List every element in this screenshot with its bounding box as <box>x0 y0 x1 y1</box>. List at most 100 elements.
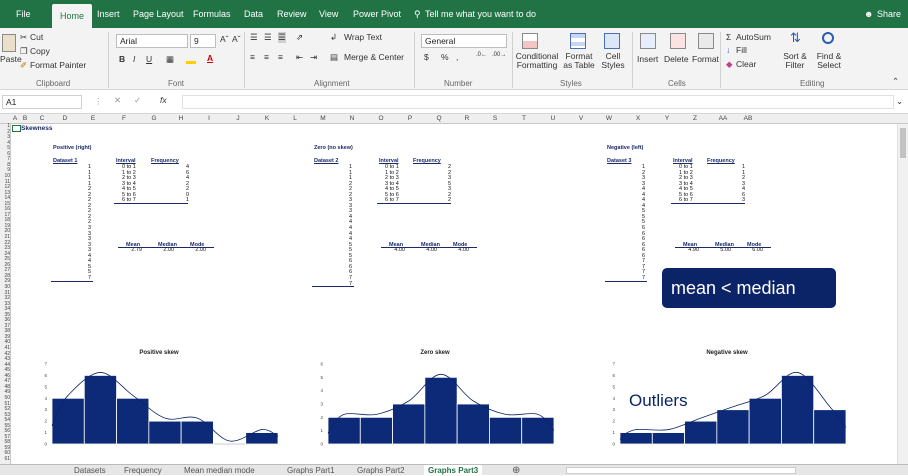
histogram-bar[interactable] <box>813 409 847 445</box>
column-header[interactable]: D <box>52 114 78 124</box>
currency-icon[interactable]: $ <box>424 52 429 62</box>
tell-me-search[interactable]: Tell me what you want to do <box>425 0 536 28</box>
column-header[interactable]: AA <box>708 114 738 124</box>
tab-view[interactable]: View <box>319 0 338 28</box>
sort-filter-button[interactable]: Sort & Filter <box>776 52 814 70</box>
align-middle-icon[interactable]: ☰ <box>264 32 272 43</box>
column-header[interactable]: O <box>366 114 396 124</box>
grow-font-icon[interactable]: Aˆ <box>220 34 229 44</box>
add-sheet-icon[interactable]: ⊕ <box>512 465 520 476</box>
find-select-button[interactable]: Find & Select <box>812 52 846 70</box>
fill-color-icon[interactable] <box>186 56 196 64</box>
interval-cell[interactable]: 6 to 7 <box>122 197 136 203</box>
histogram-bar[interactable] <box>116 397 150 445</box>
histogram-bar[interactable] <box>359 416 393 445</box>
histogram-bar[interactable] <box>781 375 815 445</box>
histogram-bar[interactable] <box>392 403 426 445</box>
underline-icon[interactable]: U <box>146 54 152 64</box>
collapse-ribbon-icon[interactable]: ⌃ <box>892 76 899 87</box>
column-header[interactable]: J <box>224 114 252 124</box>
font-name-select[interactable]: Arial <box>116 34 188 48</box>
cell-styles-button[interactable]: Cell Styles <box>598 52 628 70</box>
column-header[interactable]: H <box>168 114 194 124</box>
histogram-bar[interactable] <box>684 420 718 445</box>
format-as-table-icon[interactable] <box>570 33 586 49</box>
horizontal-scrollbar[interactable] <box>566 467 796 474</box>
format-cells-button[interactable]: Format <box>692 54 719 64</box>
align-top-icon[interactable]: ☰ <box>250 32 258 43</box>
column-header[interactable]: C <box>32 114 52 124</box>
number-format-select[interactable]: General <box>421 34 507 48</box>
format-as-table-button[interactable]: Format as Table <box>562 52 596 70</box>
tab-insert[interactable]: Insert <box>97 0 120 28</box>
tab-review[interactable]: Review <box>277 0 307 28</box>
font-size-select[interactable]: 9 <box>190 34 216 48</box>
paste-icon[interactable] <box>2 34 16 52</box>
sheet-tab-datasets[interactable]: Datasets <box>74 465 106 476</box>
frequency-cell[interactable]: 2 <box>431 197 451 203</box>
histogram-bar[interactable] <box>148 420 182 445</box>
histogram-bar[interactable] <box>716 409 750 445</box>
italic-icon[interactable]: I <box>133 54 135 64</box>
selected-cell[interactable] <box>12 125 21 132</box>
column-header[interactable]: I <box>194 114 224 124</box>
sheet-tab-mean-median-mode[interactable]: Mean median mode <box>184 465 255 476</box>
column-header[interactable]: U <box>538 114 568 124</box>
column-header[interactable]: P <box>396 114 424 124</box>
sheet-tab-graphs-part2[interactable]: Graphs Part2 <box>357 465 405 476</box>
sheet-tab-frequency[interactable]: Frequency <box>124 465 162 476</box>
decrease-indent-icon[interactable]: ⇤ <box>296 52 303 63</box>
histogram-bar[interactable] <box>651 432 685 445</box>
conditional-formatting-icon[interactable] <box>522 33 538 49</box>
merge-center-button[interactable]: Merge & Center <box>344 52 404 62</box>
interval-cell[interactable]: 6 to 7 <box>385 197 399 203</box>
histogram-bar[interactable] <box>521 416 555 445</box>
format-cells-icon[interactable] <box>698 33 714 49</box>
histogram-bar[interactable] <box>748 397 782 445</box>
column-header[interactable]: Z <box>682 114 708 124</box>
histogram-bar[interactable] <box>424 376 458 445</box>
font-color-icon[interactable]: A <box>207 53 213 63</box>
column-header[interactable]: L <box>282 114 308 124</box>
fill-button[interactable]: Fill <box>736 45 747 55</box>
histogram-bar[interactable] <box>456 403 490 445</box>
wrap-text-button[interactable]: Wrap Text <box>344 32 382 42</box>
histogram-bar[interactable] <box>327 416 361 445</box>
insert-function-icon[interactable]: fx <box>160 95 167 105</box>
insert-cells-button[interactable]: Insert <box>637 54 658 64</box>
cell-styles-icon[interactable] <box>604 33 620 49</box>
conditional-formatting-button[interactable]: Conditional Formatting <box>512 52 562 70</box>
tab-home[interactable]: Home <box>52 4 93 28</box>
clear-button[interactable]: Clear <box>736 59 756 69</box>
enter-icon[interactable]: ✓ <box>134 95 141 106</box>
insert-cells-icon[interactable] <box>640 33 656 49</box>
sheet-tab-graphs-part1[interactable]: Graphs Part1 <box>287 465 335 476</box>
align-right-icon[interactable]: ≡ <box>278 52 283 62</box>
column-header[interactable]: X <box>624 114 652 124</box>
column-header[interactable]: W <box>594 114 624 124</box>
column-header[interactable]: N <box>338 114 366 124</box>
tab-page-layout[interactable]: Page Layout <box>133 0 184 28</box>
bold-icon[interactable]: B <box>119 54 125 64</box>
comma-icon[interactable]: , <box>456 52 458 62</box>
column-header[interactable]: V <box>568 114 594 124</box>
share-button[interactable]: Share <box>877 0 901 28</box>
tab-data[interactable]: Data <box>244 0 263 28</box>
scroll-thumb[interactable] <box>900 128 906 158</box>
orientation-icon[interactable]: ⇗ <box>296 32 303 43</box>
autosum-button[interactable]: AutoSum <box>736 32 771 42</box>
tab-power-pivot[interactable]: Power Pivot <box>353 0 401 28</box>
formula-input[interactable] <box>182 95 894 109</box>
align-left-icon[interactable]: ≡ <box>250 52 255 62</box>
histogram-bar[interactable] <box>180 420 214 445</box>
copy-button[interactable]: Copy <box>30 46 50 56</box>
column-header[interactable]: M <box>308 114 338 124</box>
histogram-bar[interactable] <box>83 375 117 445</box>
borders-icon[interactable]: ▦ <box>166 54 174 65</box>
paste-button[interactable]: Paste <box>0 54 22 64</box>
column-header[interactable]: B <box>18 114 32 124</box>
increase-decimal-icon[interactable]: .0← <box>476 52 487 58</box>
column-header[interactable]: AB <box>738 114 758 124</box>
align-bottom-icon[interactable]: ☰ <box>278 32 286 43</box>
row-header[interactable]: 61 <box>0 456 11 463</box>
